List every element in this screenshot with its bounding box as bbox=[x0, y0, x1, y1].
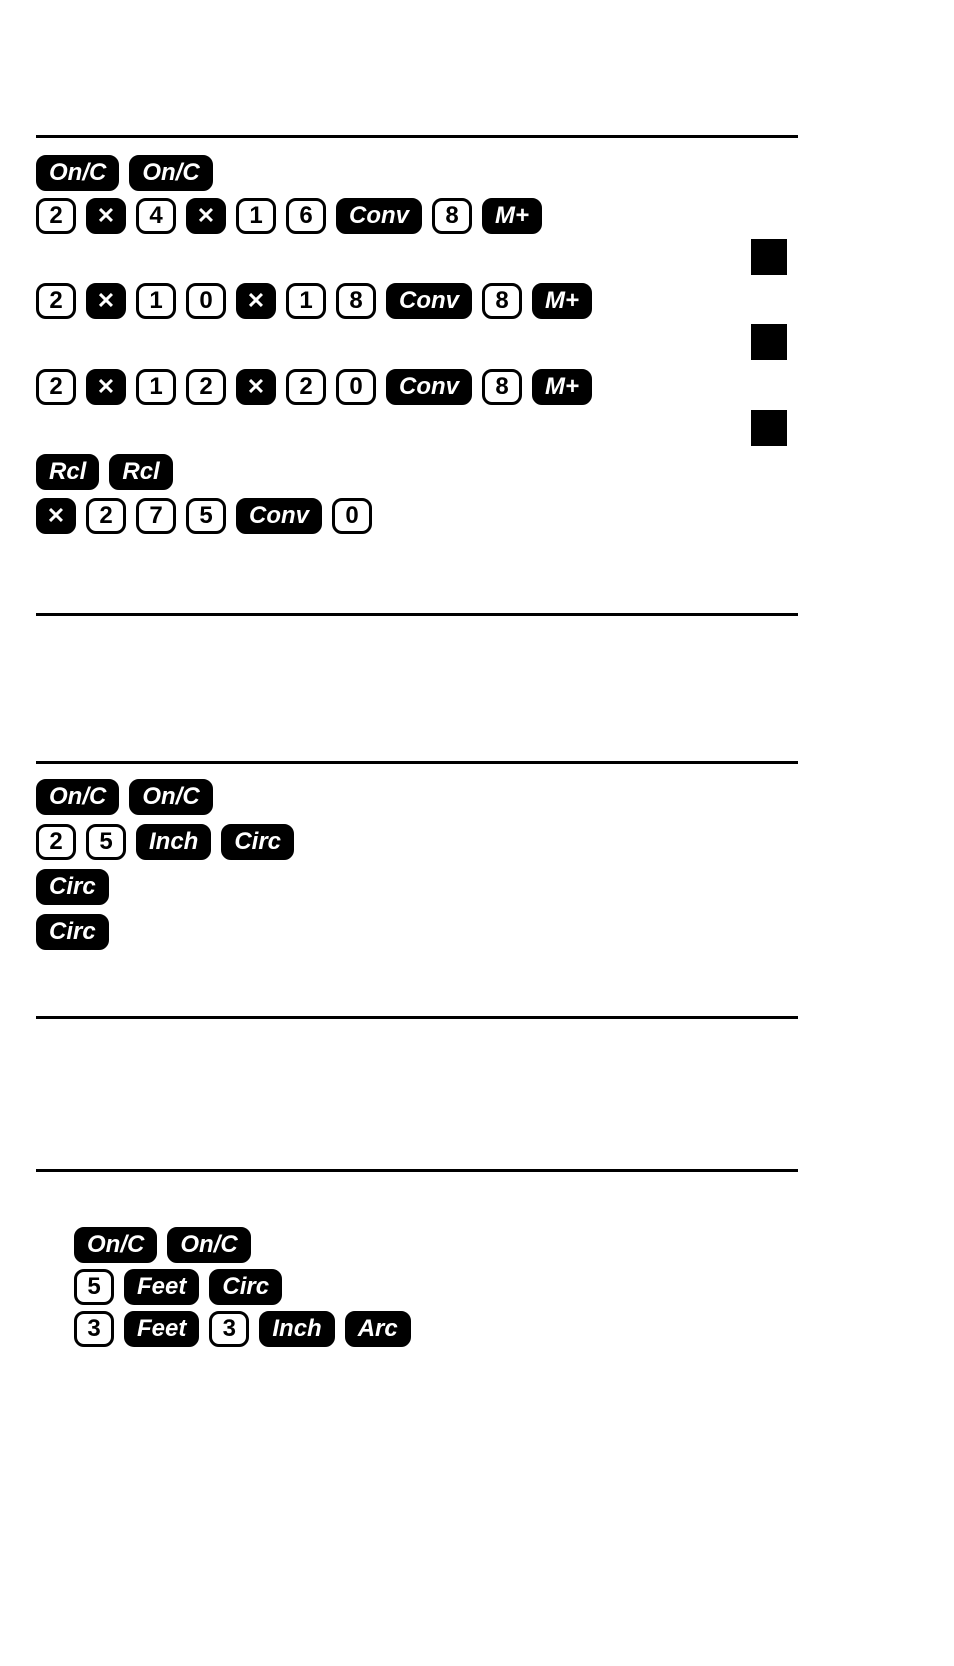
key-conv: Conv bbox=[386, 283, 472, 319]
s3-row2: 5 Feet Circ bbox=[74, 1269, 282, 1305]
key-conv: Conv bbox=[236, 498, 322, 534]
key-5: 5 bbox=[74, 1269, 114, 1305]
key-on-c: On/C bbox=[36, 155, 119, 191]
s2-row4: Circ bbox=[36, 914, 109, 950]
key-1: 1 bbox=[136, 369, 176, 405]
key-2: 2 bbox=[186, 369, 226, 405]
key-8: 8 bbox=[482, 369, 522, 405]
key-3: 3 bbox=[209, 1311, 249, 1347]
key-inch: Inch bbox=[259, 1311, 334, 1347]
key-2: 2 bbox=[36, 824, 76, 860]
key-times: ✕ bbox=[86, 369, 126, 405]
key-8: 8 bbox=[482, 283, 522, 319]
key-3: 3 bbox=[74, 1311, 114, 1347]
rule-3 bbox=[36, 761, 798, 764]
key-0: 0 bbox=[186, 283, 226, 319]
key-0: 0 bbox=[336, 369, 376, 405]
key-6: 6 bbox=[286, 198, 326, 234]
key-times: ✕ bbox=[236, 283, 276, 319]
key-circ: Circ bbox=[209, 1269, 282, 1305]
key-feet: Feet bbox=[124, 1311, 199, 1347]
key-on-c: On/C bbox=[36, 779, 119, 815]
key-inch: Inch bbox=[136, 824, 211, 860]
key-rcl: Rcl bbox=[109, 454, 172, 490]
key-5: 5 bbox=[86, 824, 126, 860]
key-8: 8 bbox=[336, 283, 376, 319]
s3-row1: On/C On/C bbox=[74, 1227, 251, 1263]
s2-row3: Circ bbox=[36, 869, 109, 905]
s1-row1: On/C On/C bbox=[36, 155, 213, 191]
key-7: 7 bbox=[136, 498, 176, 534]
key-8: 8 bbox=[432, 198, 472, 234]
key-times: ✕ bbox=[236, 369, 276, 405]
key-times: ✕ bbox=[186, 198, 226, 234]
key-4: 4 bbox=[136, 198, 176, 234]
key-5: 5 bbox=[186, 498, 226, 534]
key-circ: Circ bbox=[36, 914, 109, 950]
key-on-c: On/C bbox=[129, 779, 212, 815]
key-times: ✕ bbox=[36, 498, 76, 534]
square-icon bbox=[751, 324, 787, 360]
s1-row6: ✕ 2 7 5 Conv 0 bbox=[36, 498, 372, 534]
key-1: 1 bbox=[236, 198, 276, 234]
key-on-c: On/C bbox=[74, 1227, 157, 1263]
key-circ: Circ bbox=[221, 824, 294, 860]
key-mplus: M+ bbox=[532, 369, 592, 405]
key-on-c: On/C bbox=[129, 155, 212, 191]
key-feet: Feet bbox=[124, 1269, 199, 1305]
key-times: ✕ bbox=[86, 283, 126, 319]
key-conv: Conv bbox=[386, 369, 472, 405]
key-circ: Circ bbox=[36, 869, 109, 905]
rule-1 bbox=[36, 135, 798, 138]
s1-row5: Rcl Rcl bbox=[36, 454, 173, 490]
key-2: 2 bbox=[86, 498, 126, 534]
square-icon bbox=[751, 239, 787, 275]
rule-5 bbox=[36, 1169, 798, 1172]
s1-row2: 2 ✕ 4 ✕ 1 6 Conv 8 M+ bbox=[36, 198, 542, 234]
key-on-c: On/C bbox=[167, 1227, 250, 1263]
rule-2 bbox=[36, 613, 798, 616]
s2-row1: On/C On/C bbox=[36, 779, 213, 815]
key-0: 0 bbox=[332, 498, 372, 534]
key-mplus: M+ bbox=[532, 283, 592, 319]
key-conv: Conv bbox=[336, 198, 422, 234]
s1-row3: 2 ✕ 1 0 ✕ 1 8 Conv 8 M+ bbox=[36, 283, 592, 319]
rule-4 bbox=[36, 1016, 798, 1019]
key-2: 2 bbox=[286, 369, 326, 405]
key-arc: Arc bbox=[345, 1311, 411, 1347]
key-mplus: M+ bbox=[482, 198, 542, 234]
key-2: 2 bbox=[36, 283, 76, 319]
key-2: 2 bbox=[36, 369, 76, 405]
key-rcl: Rcl bbox=[36, 454, 99, 490]
key-2: 2 bbox=[36, 198, 76, 234]
key-times: ✕ bbox=[86, 198, 126, 234]
s3-row3: 3 Feet 3 Inch Arc bbox=[74, 1311, 411, 1347]
s2-row2: 2 5 Inch Circ bbox=[36, 824, 294, 860]
key-1: 1 bbox=[136, 283, 176, 319]
key-1: 1 bbox=[286, 283, 326, 319]
s1-row4: 2 ✕ 1 2 ✕ 2 0 Conv 8 M+ bbox=[36, 369, 592, 405]
square-icon bbox=[751, 410, 787, 446]
